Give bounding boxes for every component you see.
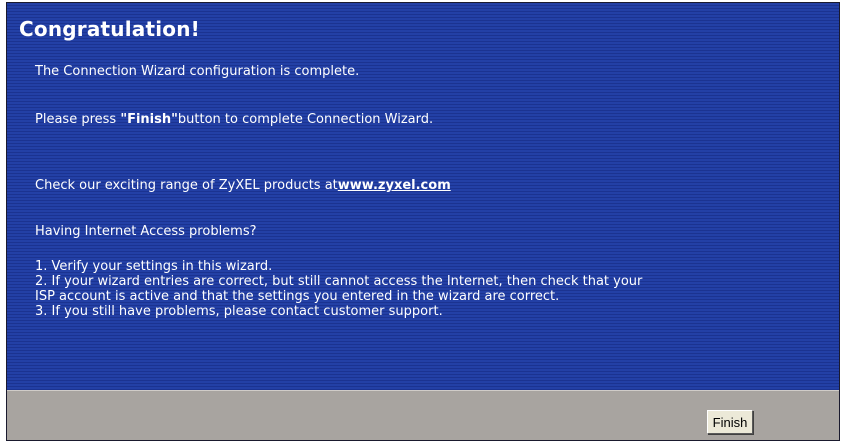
zyxel-products-message: Check our exciting range of ZyXEL produc… xyxy=(35,178,451,193)
problems-heading: Having Internet Access problems? xyxy=(35,224,257,239)
wizard-content-panel: Congratulation! The Connection Wizard co… xyxy=(7,3,839,390)
wizard-window: Congratulation! The Connection Wizard co… xyxy=(6,2,840,441)
wizard-footer: Finish xyxy=(7,390,839,440)
finish-button[interactable]: Finish xyxy=(707,410,753,434)
zyxel-products-prefix: Check our exciting range of ZyXEL produc… xyxy=(35,178,338,193)
press-finish-prefix: Please press xyxy=(35,112,121,127)
press-finish-message: Please press "Finish"button to complete … xyxy=(35,112,433,127)
step-item: 1. Verify your settings in this wizard. xyxy=(35,259,273,274)
step-item: 2. If your wizard entries are correct, b… xyxy=(35,274,643,289)
zyxel-website-link[interactable]: www.zyxel.com xyxy=(338,178,451,193)
step-item: 3. If you still have problems, please co… xyxy=(35,304,443,319)
page-title: Congratulation! xyxy=(19,17,200,41)
press-finish-bold: "Finish" xyxy=(120,112,178,127)
complete-message: The Connection Wizard configuration is c… xyxy=(35,64,360,79)
press-finish-suffix: button to complete Connection Wizard. xyxy=(177,112,434,127)
troubleshooting-steps: 1. Verify your settings in this wizard. … xyxy=(35,259,642,319)
step-item: ISP account is active and that the setti… xyxy=(35,289,560,304)
